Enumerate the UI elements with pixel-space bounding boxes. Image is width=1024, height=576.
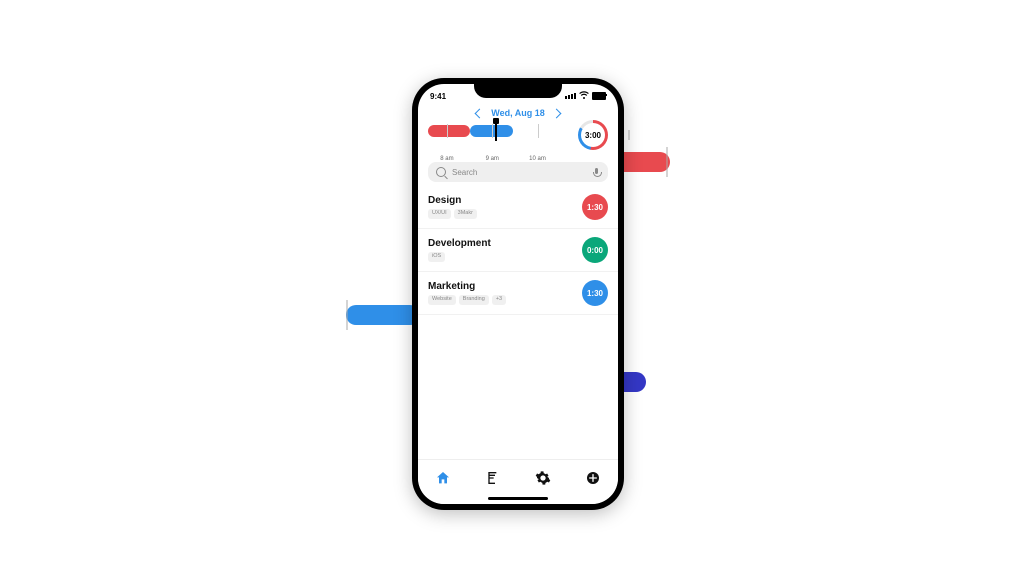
tab-home[interactable]	[435, 470, 451, 486]
timeline-label-9: 9 am	[486, 156, 499, 162]
project-duration-badge[interactable]: 1:30	[582, 194, 608, 220]
timeline-label-10: 10 am	[529, 156, 546, 162]
project-duration-value: 1:30	[587, 203, 603, 212]
current-date-label[interactable]: Wed, Aug 18	[491, 108, 545, 118]
project-title: Design	[428, 195, 582, 206]
phone-screen: 9:41 Wed, Aug 18	[418, 84, 618, 504]
tab-settings[interactable]	[535, 470, 551, 486]
tab-reports[interactable]	[485, 470, 501, 486]
timeline-tick-8	[447, 124, 448, 138]
list-item[interactable]: Marketing Website Branding +3 1:30	[418, 272, 618, 315]
bg-streak-blue	[346, 305, 420, 325]
timeline-playhead[interactable]	[495, 121, 497, 141]
project-duration-badge[interactable]: 0:00	[582, 237, 608, 263]
project-tags: iOS	[428, 252, 582, 262]
phone-frame: 9:41 Wed, Aug 18	[412, 78, 624, 510]
tag: +3	[492, 295, 506, 305]
total-time-value: 3:00	[585, 131, 601, 140]
tag: UX/UI	[428, 209, 451, 219]
search-placeholder: Search	[452, 168, 587, 177]
search-input[interactable]: Search	[428, 162, 608, 182]
tag: Website	[428, 295, 456, 305]
project-title: Marketing	[428, 281, 582, 292]
total-time-ring[interactable]: 3:00	[578, 120, 608, 150]
project-title: Development	[428, 238, 582, 249]
next-day-button[interactable]	[551, 108, 561, 118]
project-duration-value: 0:00	[587, 246, 603, 255]
status-indicators	[565, 91, 606, 101]
tag: iOS	[428, 252, 445, 262]
tag: Branding	[459, 295, 489, 305]
list-item[interactable]: Development iOS 0:00	[418, 229, 618, 272]
list-item[interactable]: Design UX/UI 3Makr 1:30	[418, 186, 618, 229]
project-duration-value: 1:30	[587, 289, 603, 298]
timeline-bar-red	[428, 125, 470, 137]
battery-icon	[592, 92, 606, 100]
project-tags: UX/UI 3Makr	[428, 209, 582, 219]
project-duration-badge[interactable]: 1:30	[582, 280, 608, 306]
tag: 3Makr	[454, 209, 477, 219]
home-indicator	[488, 497, 548, 500]
status-time: 9:41	[430, 92, 446, 101]
timeline-tick-10	[538, 124, 539, 138]
wifi-icon	[579, 91, 589, 101]
prev-day-button[interactable]	[475, 108, 485, 118]
bg-tick-2	[666, 147, 668, 177]
timeline-tick-9	[492, 124, 493, 138]
bg-tick-1	[628, 130, 630, 140]
project-list: Design UX/UI 3Makr 1:30 Development	[418, 186, 618, 315]
stage: { "status": { "time": "9:41" }, "date_na…	[0, 0, 1024, 576]
search-icon	[436, 167, 446, 177]
day-timeline[interactable]: 8 am 9 am 10 am 3:00	[428, 122, 608, 156]
timeline-label-8: 8 am	[440, 156, 453, 162]
tab-add[interactable]	[585, 470, 601, 486]
project-tags: Website Branding +3	[428, 295, 582, 305]
timeline-track	[428, 124, 574, 138]
bg-tick-3	[346, 300, 348, 330]
mic-icon[interactable]	[593, 168, 600, 177]
cellular-icon	[565, 93, 576, 99]
date-navigator: Wed, Aug 18	[418, 104, 618, 120]
phone-notch	[474, 84, 562, 98]
